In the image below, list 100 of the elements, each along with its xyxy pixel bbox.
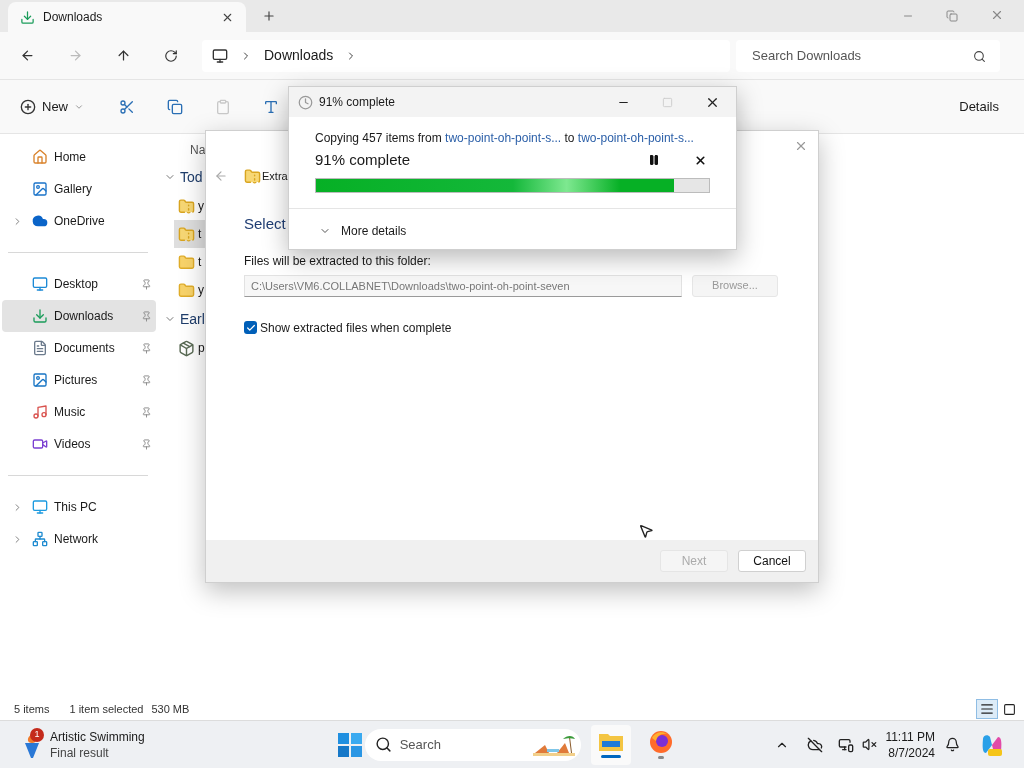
cloud-off-icon[interactable] — [807, 736, 824, 753]
video-icon — [32, 436, 48, 452]
sidebar-item[interactable]: OneDrive — [2, 205, 156, 237]
cancel-icon[interactable] — [694, 153, 707, 167]
mute-icon[interactable] — [862, 737, 878, 752]
sidebar-item[interactable]: Downloads — [2, 300, 156, 332]
zip-folder-icon — [244, 167, 261, 185]
more-details-button[interactable]: More details — [319, 221, 407, 240]
folder-icon — [178, 281, 195, 299]
pin-icon — [141, 278, 152, 290]
details-view-button[interactable] — [976, 699, 998, 719]
sidebar-label: Gallery — [54, 181, 93, 198]
sidebar-item[interactable]: Gallery — [2, 173, 156, 205]
item-count: 5 items — [14, 701, 50, 717]
cursor-icon — [638, 522, 654, 540]
sidebar-item[interactable]: Desktop — [2, 268, 156, 300]
start-icon[interactable] — [337, 732, 362, 757]
file-name: t — [198, 226, 202, 243]
sidebar-label: Network — [54, 531, 99, 548]
group-header[interactable]: Earl — [180, 308, 205, 330]
check-icon — [245, 322, 256, 333]
cloud-icon — [32, 213, 48, 229]
list-icon — [980, 702, 994, 716]
dialog-heading: Select — [244, 214, 286, 234]
sidebar-label: Documents — [54, 340, 116, 357]
sidebar-item[interactable]: Videos — [2, 428, 156, 460]
file-row[interactable]: p — [174, 334, 214, 362]
download-icon — [32, 308, 48, 324]
group-header[interactable]: Tod — [180, 166, 203, 188]
zip-folder-icon — [178, 225, 195, 243]
sidebar-item[interactable]: Music — [2, 396, 156, 428]
sidebar-label: Home — [54, 149, 87, 166]
breadcrumb[interactable]: Downloads — [264, 45, 334, 66]
refresh-icon[interactable] — [164, 48, 178, 63]
up-icon[interactable] — [116, 48, 131, 63]
destination-link[interactable]: two-point-oh-point-s... — [577, 131, 694, 145]
picture-icon — [32, 372, 48, 388]
sidebar-label: Music — [54, 404, 87, 421]
details-button[interactable]: Details — [959, 96, 999, 117]
download-icon — [20, 9, 35, 25]
search-icon — [374, 735, 392, 753]
copy-icon[interactable] — [167, 98, 183, 115]
widget-subtitle: Final result — [50, 744, 110, 761]
sidebar-item[interactable]: This PC — [2, 491, 156, 523]
sidebar-item[interactable]: Documents — [2, 332, 156, 364]
tile-icon — [1002, 702, 1016, 716]
tab[interactable]: Downloads — [8, 2, 246, 32]
folder-label: Files will be extracted to this folder: — [244, 252, 431, 270]
file-row[interactable]: t — [174, 248, 214, 276]
selection-count: 1 item selected — [69, 701, 144, 717]
document-icon — [32, 340, 48, 356]
show-files-checkbox[interactable]: Show extracted files when complete — [244, 318, 452, 337]
sidebar-label: Desktop — [54, 276, 100, 293]
folder-icon — [178, 253, 195, 271]
sidebar-label: Videos — [54, 436, 92, 453]
computer-icon — [212, 47, 228, 64]
file-row[interactable]: y — [174, 192, 214, 220]
file-row[interactable]: y — [174, 276, 214, 304]
sidebar-item[interactable]: Home — [2, 141, 156, 173]
sidebar-label: Pictures — [54, 372, 99, 389]
new-button[interactable]: New — [20, 96, 84, 117]
folder-icon — [597, 731, 624, 753]
file-name: y — [198, 198, 204, 215]
installer-icon — [178, 339, 195, 357]
progress-status: 91% complete — [315, 150, 412, 170]
copy-message: Copying 457 items from two-point-oh-point-s... to two-point-oh-point-s... — [315, 130, 695, 147]
address-bar[interactable]: Downloads — [202, 39, 730, 72]
new-tab-icon[interactable] — [262, 9, 276, 23]
browser-icon — [648, 730, 673, 754]
bell-icon[interactable] — [945, 737, 960, 752]
sidebar-item[interactable]: Network — [2, 523, 156, 555]
pause-icon[interactable] — [648, 154, 660, 167]
clock[interactable]: 11:11 PM 8/7/2024 — [885, 728, 935, 761]
gallery-icon — [32, 181, 48, 197]
plus-icon — [20, 98, 36, 115]
pin-icon — [141, 342, 152, 354]
dialog-title: Extra — [262, 168, 288, 184]
tab-label: Downloads — [43, 9, 104, 26]
music-icon — [32, 404, 48, 420]
widget-title[interactable]: Artistic Swimming — [50, 728, 145, 745]
computer-icon — [32, 499, 48, 515]
rename-icon[interactable] — [263, 98, 279, 115]
path-field[interactable]: C:\Users\VM6.COLLABNET\Downloads\two-point-oh-point-seven — [244, 274, 682, 297]
taskbar-search-field[interactable]: Search — [364, 728, 581, 761]
search-icon — [973, 49, 986, 63]
selection-size: 530 MB — [151, 701, 190, 717]
notification-badge: 1 — [30, 727, 44, 742]
search-field[interactable]: Search Downloads — [736, 39, 1000, 72]
sidebar-item[interactable]: Pictures — [2, 364, 156, 396]
clock-icon — [298, 94, 313, 110]
desktop-icon — [32, 276, 48, 292]
file-name: p — [198, 340, 205, 357]
back-icon[interactable] — [20, 48, 35, 63]
copilot-icon[interactable] — [980, 732, 1004, 757]
zip-folder-icon — [178, 197, 195, 215]
source-link[interactable]: two-point-oh-point-s... — [445, 131, 562, 145]
file-explorer-button[interactable] — [590, 724, 631, 765]
cut-icon[interactable] — [119, 98, 135, 115]
cancel-button[interactable]: Cancel — [738, 550, 806, 572]
pin-icon — [141, 406, 152, 418]
